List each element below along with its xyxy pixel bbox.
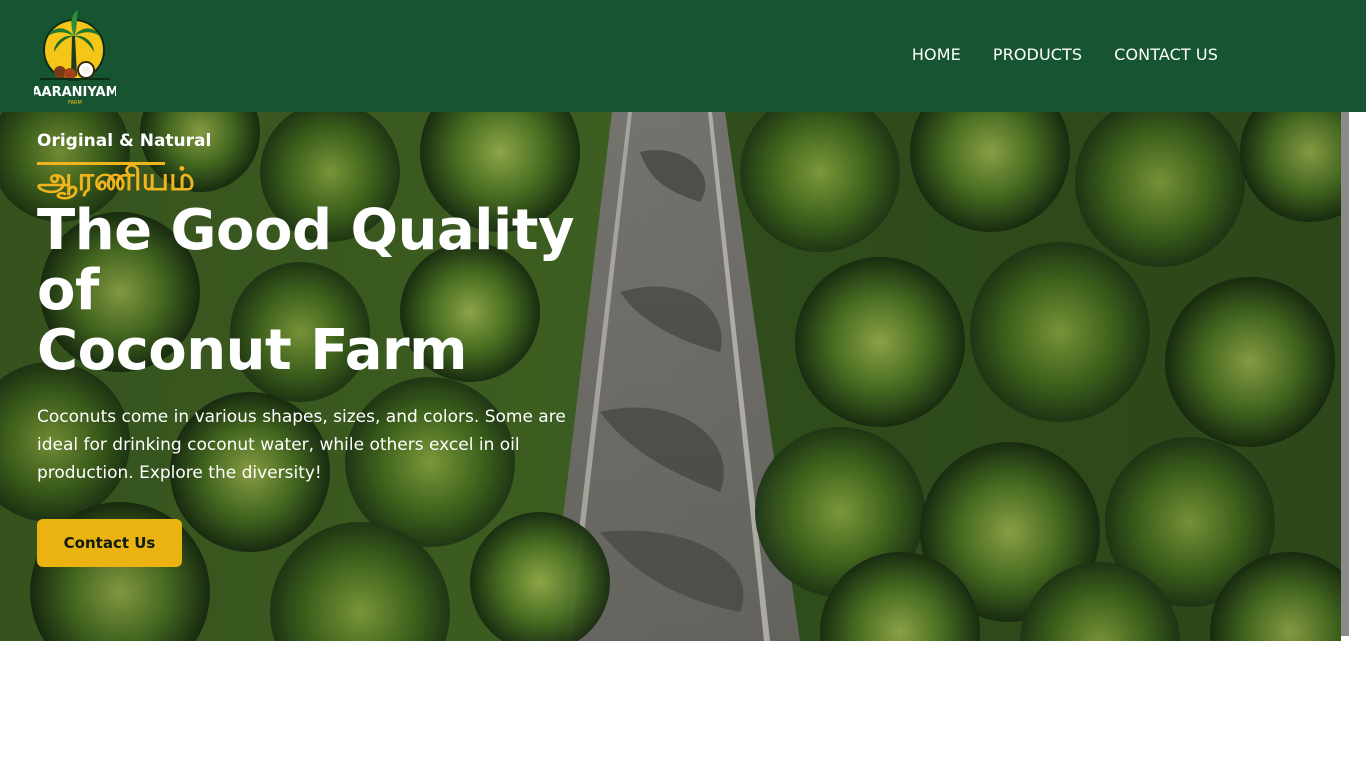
nav-home-link[interactable]: HOME [912,45,961,65]
logo-wordmark: AARANIYAM [34,85,116,100]
headline-line-1: The Good Quality of [37,198,574,323]
hero-content: Original & Natural ஆரணியம் The Good Qual… [37,130,637,567]
page-scrollbar-thumb[interactable] [1341,112,1349,636]
headline-line-2: Coconut Farm [37,318,467,383]
logo-subtext: FARM [68,100,82,106]
hero-description: Coconuts come in various shapes, sizes, … [37,407,566,483]
hero-headline: The Good Quality of Coconut Farm [37,201,637,381]
main-nav: HOME PRODUCTS CONTACT US [912,45,1218,65]
logo-emblem: AARANIYAM FARM [34,10,116,106]
hero-section: Original & Natural ஆரணியம் The Good Qual… [0,112,1341,641]
contact-us-button[interactable]: Contact Us [37,519,182,567]
hero-tamil-title: ஆரணியம் [37,160,195,198]
nav-contact-link[interactable]: CONTACT US [1114,45,1218,65]
aaraniyam-logo[interactable]: AARANIYAM FARM [34,6,116,106]
hero-eyebrow: Original & Natural [37,131,212,151]
site-header: AARANIYAM FARM HOME PRODUCTS CONTACT US [0,0,1366,112]
nav-products-link[interactable]: PRODUCTS [993,45,1082,65]
